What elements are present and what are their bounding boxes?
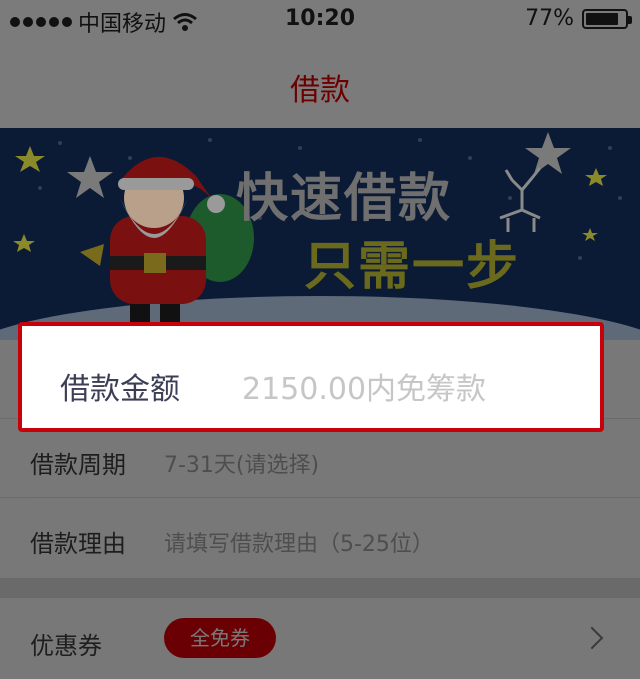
- banner-headline-1: 快速借款: [236, 169, 453, 229]
- status-right: 77%: [525, 6, 632, 31]
- amount-row[interactable]: 借款金额 2150.00内免筹款: [18, 322, 604, 432]
- coupon-row[interactable]: 优惠券: [0, 598, 640, 679]
- section-gap: [0, 578, 640, 598]
- amount-label: 借款金额: [60, 372, 180, 407]
- nav-bar: 借款: [0, 40, 640, 129]
- page-title: 借款: [290, 73, 350, 108]
- coupon-label: 优惠券: [30, 632, 102, 660]
- banner-headline-2: 只需一步: [304, 237, 521, 297]
- coupon-badge[interactable]: 全免券: [164, 618, 276, 658]
- reason-input[interactable]: 请填写借款理由（5-25位）: [164, 526, 434, 558]
- reason-row[interactable]: 借款理由 请填写借款理由（5-25位）: [0, 498, 640, 578]
- amount-input[interactable]: 2150.00内免筹款: [242, 364, 486, 408]
- reason-label: 借款理由: [30, 530, 126, 558]
- period-label: 借款周期: [30, 451, 126, 479]
- period-field[interactable]: 7-31天(请选择): [164, 447, 319, 479]
- battery-percent: 77%: [525, 6, 574, 31]
- status-bar: 中国移动 10:20 77%: [0, 0, 640, 40]
- battery-icon: [582, 8, 632, 29]
